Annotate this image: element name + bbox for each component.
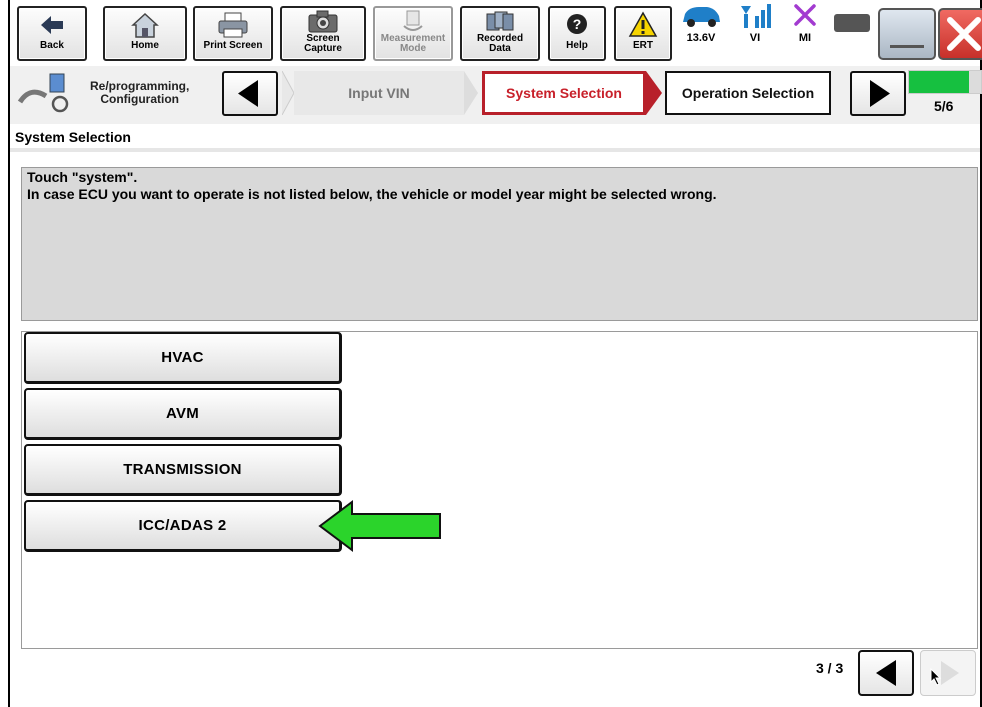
step-input-vin: Input VIN (294, 71, 464, 115)
step-progress-fill (909, 71, 969, 93)
recorded-data-button[interactable]: Recorded Data (460, 6, 540, 61)
app-window: Back Home Print Screen Screen Capture Me… (8, 0, 982, 707)
reprogramming-icon (16, 72, 76, 121)
page-indicator: 3 / 3 (816, 660, 844, 676)
car-icon (678, 2, 724, 32)
svg-text:?: ? (573, 16, 582, 32)
instruction-line: In case ECU you want to operate is not l… (27, 186, 717, 202)
disconnected-x-icon (782, 2, 828, 32)
home-icon (105, 11, 185, 41)
close-icon (940, 17, 982, 62)
warning-icon (616, 11, 670, 41)
mode-title: Re/programming, Configuration (90, 79, 190, 106)
back-button[interactable]: Back (17, 6, 87, 61)
gauge-icon (375, 10, 451, 34)
page-title: System Selection (10, 124, 980, 152)
step-progress-label: 5/6 (934, 98, 954, 114)
mouse-cursor-icon (930, 668, 942, 686)
back-arrow-icon (19, 11, 85, 41)
chevron-active (646, 71, 662, 115)
toolbar: Back Home Print Screen Screen Capture Me… (10, 0, 982, 68)
triangle-left-icon (860, 660, 912, 698)
home-button[interactable]: Home (103, 6, 187, 61)
system-list: HVAC AVM TRANSMISSION ICC/ADAS 2 (21, 331, 978, 649)
next-page-button[interactable] (920, 650, 976, 696)
battery-icon (834, 14, 870, 32)
step-navigation-bar: Re/programming, Configuration Input VIN … (10, 66, 982, 125)
instruction-panel: Touch "system". In case ECU you want to … (21, 167, 978, 321)
step-back-button[interactable] (222, 71, 278, 116)
annotation-arrow-icon (318, 500, 441, 552)
system-button-avm[interactable]: AVM (24, 388, 342, 440)
instruction-line: Touch "system". (27, 169, 138, 185)
signal-icon (732, 2, 778, 32)
camera-icon (282, 10, 364, 34)
system-button-transmission[interactable]: TRANSMISSION (24, 444, 342, 496)
step-system-selection: System Selection (482, 71, 646, 115)
mi-indicator: MI (782, 0, 828, 55)
screen-capture-button[interactable]: Screen Capture (280, 6, 366, 61)
step-next-button[interactable] (850, 71, 906, 116)
measurement-mode-button[interactable]: Measurement Mode (373, 6, 453, 61)
previous-page-button[interactable] (858, 650, 914, 696)
step-operation-selection: Operation Selection (665, 71, 831, 115)
recorded-data-icon (462, 10, 538, 34)
step-progress-bar (908, 70, 982, 94)
system-button-hvac[interactable]: HVAC (24, 332, 342, 384)
triangle-right-icon (852, 80, 904, 118)
minimize-button[interactable] (878, 8, 936, 60)
help-button[interactable]: ? Help (548, 6, 606, 61)
close-button[interactable] (938, 8, 982, 60)
vehicle-voltage-indicator: 13.6V (678, 0, 724, 55)
ert-button[interactable]: ERT (614, 6, 672, 61)
print-screen-button[interactable]: Print Screen (193, 6, 273, 61)
help-icon: ? (550, 11, 604, 41)
printer-icon (195, 11, 271, 41)
vi-indicator: VI (732, 0, 778, 55)
triangle-left-icon (224, 80, 276, 118)
chevron-separator (464, 71, 478, 115)
system-button-icc-adas-2[interactable]: ICC/ADAS 2 (24, 500, 342, 552)
